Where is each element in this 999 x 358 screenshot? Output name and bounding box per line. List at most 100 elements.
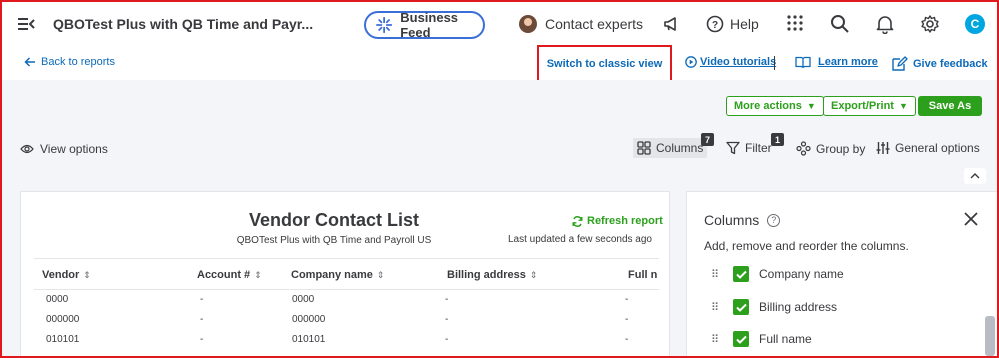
- sparkle-icon: [376, 16, 393, 34]
- back-to-reports-link[interactable]: Back to reports: [24, 56, 115, 68]
- contact-experts-button[interactable]: Contact experts: [519, 15, 643, 33]
- search-icon[interactable]: [830, 14, 850, 34]
- megaphone-icon[interactable]: [662, 14, 682, 34]
- filter-label: Filter: [745, 141, 772, 155]
- cell-vendor: 010101: [46, 334, 80, 345]
- cell-company-name: 0000: [292, 294, 315, 305]
- help-icon: ?: [706, 15, 724, 33]
- collapse-toolbar-button[interactable]: [964, 168, 986, 184]
- columns-panel-description: Add, remove and reorder the columns.: [704, 239, 909, 253]
- sort-icon: ⇕: [376, 270, 385, 280]
- cell-billing-address: -: [445, 314, 449, 325]
- columns-panel: Columns ? Add, remove and reorder the co…: [686, 191, 998, 358]
- columns-grid-icon: [637, 141, 651, 155]
- business-feed-label: Business Feed: [400, 10, 459, 40]
- filter-button[interactable]: Filter: [726, 141, 772, 155]
- help-button[interactable]: ? Help: [706, 15, 759, 33]
- column-header-full-name[interactable]: Full n: [628, 269, 657, 281]
- column-option[interactable]: ⠿ Billing address: [711, 298, 837, 316]
- column-header-account[interactable]: Account # ⇕: [197, 269, 262, 281]
- business-feed-button[interactable]: Business Feed: [364, 10, 485, 40]
- drag-handle-icon[interactable]: ⠿: [711, 268, 721, 281]
- export-print-label: Export/Print: [831, 100, 894, 112]
- cell-company-name: 000000: [292, 314, 326, 325]
- general-options-label: General options: [895, 141, 980, 155]
- table-row[interactable]: 010101 - 010101 - -: [34, 330, 659, 350]
- save-as-button[interactable]: Save As: [918, 96, 982, 116]
- group-by-label: Group by: [816, 141, 866, 156]
- columns-button[interactable]: Columns: [633, 138, 708, 158]
- menu-collapse-icon[interactable]: [18, 16, 36, 37]
- refresh-icon: [572, 215, 583, 227]
- switch-to-classic-view-link[interactable]: Switch to classic view: [537, 45, 672, 83]
- sliders-icon: [876, 142, 890, 154]
- refresh-report-button[interactable]: Refresh report: [572, 215, 663, 227]
- more-actions-button[interactable]: More actions ▼: [726, 96, 824, 116]
- checkbox-checked[interactable]: [733, 299, 749, 315]
- apps-grid-icon[interactable]: [786, 14, 806, 34]
- last-updated-text: Last updated a few seconds ago: [508, 234, 652, 245]
- chevron-up-icon: [970, 173, 980, 179]
- cell-full-name: -: [625, 334, 629, 345]
- cell-vendor: 000000: [46, 314, 80, 325]
- arrow-left-icon: [24, 57, 35, 67]
- view-options-toggle[interactable]: View options: [20, 142, 108, 156]
- columns-panel-title: Columns ?: [704, 212, 781, 228]
- gear-icon[interactable]: [920, 14, 940, 34]
- switch-to-classic-view-label: Switch to classic view: [546, 58, 663, 70]
- column-header-company-name[interactable]: Company name ⇕: [291, 269, 384, 281]
- table-row[interactable]: 000000 - 000000 - -: [34, 310, 659, 330]
- column-header-vendor[interactable]: Vendor ⇕: [42, 269, 91, 281]
- group-by-button[interactable]: Group by: [796, 141, 865, 156]
- sort-icon: ⇕: [254, 270, 262, 280]
- bell-icon[interactable]: [876, 14, 896, 35]
- report-table: Vendor ⇕ Account # ⇕ Company name ⇕ Billing…: [34, 258, 659, 350]
- panel-scrollbar[interactable]: [985, 316, 995, 356]
- learn-more-link[interactable]: Learn more: [795, 56, 878, 68]
- columns-count-badge: 7: [701, 133, 714, 146]
- play-circle-icon: [685, 56, 697, 68]
- refresh-report-label: Refresh report: [587, 215, 663, 227]
- cell-vendor: 0000: [46, 294, 69, 305]
- table-header: Vendor ⇕ Account # ⇕ Company name ⇕ Billing…: [34, 258, 659, 290]
- cell-full-name: -: [625, 314, 629, 325]
- company-name: QBOTest Plus with QB Time and Payr...: [53, 16, 314, 32]
- user-avatar[interactable]: C: [965, 14, 985, 34]
- eye-icon: [20, 144, 34, 154]
- column-option-label: Billing address: [759, 300, 838, 314]
- checkbox-checked[interactable]: [733, 266, 749, 282]
- back-to-reports-label: Back to reports: [41, 56, 115, 68]
- feedback-edit-icon: [892, 56, 908, 71]
- filter-icon: [726, 141, 740, 155]
- close-icon[interactable]: [963, 211, 979, 227]
- columns-panel-title-label: Columns: [704, 212, 760, 228]
- chevron-down-icon: ▼: [806, 101, 816, 111]
- table-row[interactable]: 0000 - 0000 - -: [34, 290, 659, 310]
- info-icon[interactable]: ?: [767, 213, 781, 227]
- export-print-button[interactable]: Export/Print ▼: [823, 96, 916, 116]
- column-option-label: Company name: [759, 267, 844, 281]
- video-tutorials-link[interactable]: Video tutorials: [685, 56, 776, 68]
- cell-account: -: [200, 334, 204, 345]
- give-feedback-link[interactable]: Give feedback: [891, 56, 988, 72]
- column-header-billing-address[interactable]: Billing address ⇕: [447, 269, 537, 281]
- column-option-label: Full name: [759, 332, 812, 346]
- expert-avatar: [519, 15, 537, 33]
- cell-company-name: 010101: [292, 334, 326, 345]
- more-actions-label: More actions: [734, 100, 802, 112]
- cell-account: -: [200, 314, 204, 325]
- cell-billing-address: -: [445, 294, 449, 305]
- cell-full-name: -: [625, 294, 629, 305]
- cell-billing-address: -: [445, 334, 449, 345]
- video-tutorials-label: Video tutorials: [700, 56, 777, 68]
- general-options-button[interactable]: General options: [876, 141, 980, 155]
- drag-handle-icon[interactable]: ⠿: [711, 333, 721, 346]
- report-card: Vendor Contact List QBOTest Plus with QB…: [20, 191, 670, 358]
- column-option[interactable]: ⠿ Company name: [711, 265, 844, 283]
- checkbox-checked[interactable]: [733, 331, 749, 347]
- sort-icon: ⇕: [529, 270, 538, 280]
- report-subbar: Back to reports Switch to classic view V…: [0, 45, 999, 83]
- contact-experts-label: Contact experts: [545, 16, 644, 32]
- column-option[interactable]: ⠿ Full name: [711, 330, 812, 348]
- drag-handle-icon[interactable]: ⠿: [711, 301, 721, 314]
